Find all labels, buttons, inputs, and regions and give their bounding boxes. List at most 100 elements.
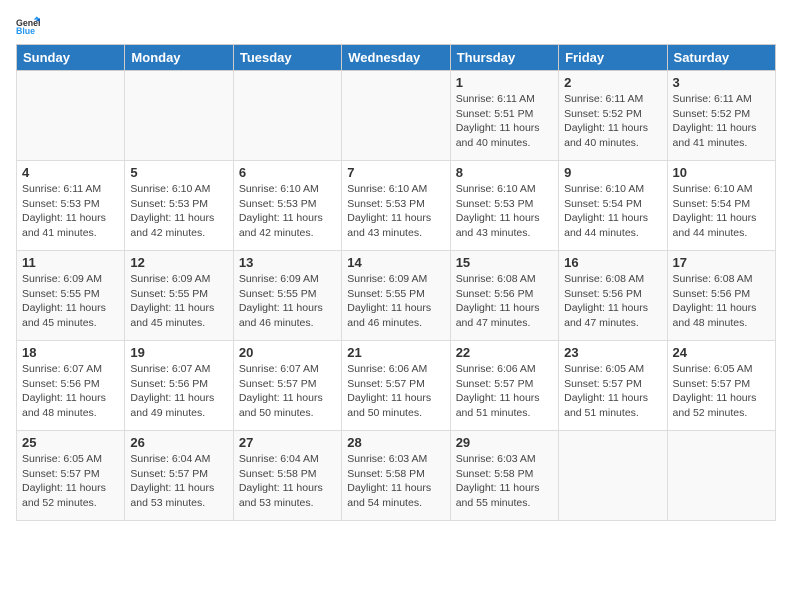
day-number: 18 bbox=[22, 345, 119, 360]
calendar-cell: 6 Sunrise: 6:10 AMSunset: 5:53 PMDaylight… bbox=[233, 161, 341, 251]
col-header-wednesday: Wednesday bbox=[342, 45, 450, 71]
day-number: 2 bbox=[564, 75, 661, 90]
col-header-tuesday: Tuesday bbox=[233, 45, 341, 71]
day-number: 15 bbox=[456, 255, 553, 270]
calendar-cell bbox=[667, 431, 775, 521]
day-number: 17 bbox=[673, 255, 770, 270]
day-number: 1 bbox=[456, 75, 553, 90]
day-number: 22 bbox=[456, 345, 553, 360]
calendar-cell: 14 Sunrise: 6:09 AMSunset: 5:55 PMDayligh… bbox=[342, 251, 450, 341]
day-info: Sunrise: 6:05 AMSunset: 5:57 PMDaylight:… bbox=[22, 452, 119, 511]
day-number: 12 bbox=[130, 255, 227, 270]
calendar-cell: 19 Sunrise: 6:07 AMSunset: 5:56 PMDayligh… bbox=[125, 341, 233, 431]
calendar-cell bbox=[559, 431, 667, 521]
day-number: 29 bbox=[456, 435, 553, 450]
calendar-cell: 24 Sunrise: 6:05 AMSunset: 5:57 PMDayligh… bbox=[667, 341, 775, 431]
day-number: 24 bbox=[673, 345, 770, 360]
day-info: Sunrise: 6:03 AMSunset: 5:58 PMDaylight:… bbox=[347, 452, 444, 511]
day-number: 13 bbox=[239, 255, 336, 270]
col-header-monday: Monday bbox=[125, 45, 233, 71]
day-info: Sunrise: 6:07 AMSunset: 5:57 PMDaylight:… bbox=[239, 362, 336, 421]
col-header-friday: Friday bbox=[559, 45, 667, 71]
calendar-cell bbox=[125, 71, 233, 161]
calendar-cell: 16 Sunrise: 6:08 AMSunset: 5:56 PMDayligh… bbox=[559, 251, 667, 341]
calendar-table: SundayMondayTuesdayWednesdayThursdayFrid… bbox=[16, 44, 776, 521]
calendar-cell: 15 Sunrise: 6:08 AMSunset: 5:56 PMDayligh… bbox=[450, 251, 558, 341]
day-number: 16 bbox=[564, 255, 661, 270]
svg-text:Blue: Blue bbox=[16, 26, 35, 36]
day-number: 27 bbox=[239, 435, 336, 450]
day-info: Sunrise: 6:05 AMSunset: 5:57 PMDaylight:… bbox=[673, 362, 770, 421]
day-number: 11 bbox=[22, 255, 119, 270]
day-info: Sunrise: 6:06 AMSunset: 5:57 PMDaylight:… bbox=[456, 362, 553, 421]
calendar-cell: 18 Sunrise: 6:07 AMSunset: 5:56 PMDayligh… bbox=[17, 341, 125, 431]
calendar-cell bbox=[17, 71, 125, 161]
day-number: 5 bbox=[130, 165, 227, 180]
day-info: Sunrise: 6:10 AMSunset: 5:53 PMDaylight:… bbox=[130, 182, 227, 241]
day-info: Sunrise: 6:04 AMSunset: 5:57 PMDaylight:… bbox=[130, 452, 227, 511]
day-info: Sunrise: 6:03 AMSunset: 5:58 PMDaylight:… bbox=[456, 452, 553, 511]
day-info: Sunrise: 6:07 AMSunset: 5:56 PMDaylight:… bbox=[130, 362, 227, 421]
day-number: 8 bbox=[456, 165, 553, 180]
page-header: General Blue bbox=[16, 16, 776, 36]
day-number: 3 bbox=[673, 75, 770, 90]
day-number: 4 bbox=[22, 165, 119, 180]
calendar-cell: 10 Sunrise: 6:10 AMSunset: 5:54 PMDayligh… bbox=[667, 161, 775, 251]
day-info: Sunrise: 6:07 AMSunset: 5:56 PMDaylight:… bbox=[22, 362, 119, 421]
day-info: Sunrise: 6:11 AMSunset: 5:53 PMDaylight:… bbox=[22, 182, 119, 241]
calendar-cell: 9 Sunrise: 6:10 AMSunset: 5:54 PMDaylight… bbox=[559, 161, 667, 251]
logo[interactable]: General Blue bbox=[16, 16, 44, 36]
calendar-cell: 21Sunrise: 6:06 AMSunset: 5:57 PMDayligh… bbox=[342, 341, 450, 431]
day-number: 10 bbox=[673, 165, 770, 180]
calendar-cell: 28 Sunrise: 6:03 AMSunset: 5:58 PMDayligh… bbox=[342, 431, 450, 521]
day-info: Sunrise: 6:11 AMSunset: 5:51 PMDaylight:… bbox=[456, 92, 553, 151]
day-number: 28 bbox=[347, 435, 444, 450]
day-info: Sunrise: 6:09 AMSunset: 5:55 PMDaylight:… bbox=[130, 272, 227, 331]
day-number: 23 bbox=[564, 345, 661, 360]
col-header-thursday: Thursday bbox=[450, 45, 558, 71]
day-number: 25 bbox=[22, 435, 119, 450]
day-number: 14 bbox=[347, 255, 444, 270]
col-header-saturday: Saturday bbox=[667, 45, 775, 71]
day-number: 7 bbox=[347, 165, 444, 180]
calendar-cell: 11 Sunrise: 6:09 AMSunset: 5:55 PMDayligh… bbox=[17, 251, 125, 341]
calendar-cell: 7 Sunrise: 6:10 AMSunset: 5:53 PMDaylight… bbox=[342, 161, 450, 251]
logo-icon: General Blue bbox=[16, 16, 40, 36]
calendar-cell bbox=[233, 71, 341, 161]
calendar-cell: 3 Sunrise: 6:11 AMSunset: 5:52 PMDaylight… bbox=[667, 71, 775, 161]
calendar-cell: 22 Sunrise: 6:06 AMSunset: 5:57 PMDayligh… bbox=[450, 341, 558, 431]
day-number: 19 bbox=[130, 345, 227, 360]
calendar-cell: 1 Sunrise: 6:11 AMSunset: 5:51 PMDaylight… bbox=[450, 71, 558, 161]
day-info: Sunrise: 6:10 AMSunset: 5:54 PMDaylight:… bbox=[564, 182, 661, 241]
day-info: Sunrise: 6:10 AMSunset: 5:53 PMDaylight:… bbox=[456, 182, 553, 241]
calendar-cell: 13 Sunrise: 6:09 AMSunset: 5:55 PMDayligh… bbox=[233, 251, 341, 341]
day-info: Sunrise: 6:08 AMSunset: 5:56 PMDaylight:… bbox=[564, 272, 661, 331]
day-info: Sunrise: 6:05 AMSunset: 5:57 PMDaylight:… bbox=[564, 362, 661, 421]
calendar-cell: 26 Sunrise: 6:04 AMSunset: 5:57 PMDayligh… bbox=[125, 431, 233, 521]
day-info: Sunrise: 6:09 AMSunset: 5:55 PMDaylight:… bbox=[239, 272, 336, 331]
day-info: Sunrise: 6:09 AMSunset: 5:55 PMDaylight:… bbox=[22, 272, 119, 331]
calendar-cell: 12 Sunrise: 6:09 AMSunset: 5:55 PMDayligh… bbox=[125, 251, 233, 341]
calendar-cell: 8 Sunrise: 6:10 AMSunset: 5:53 PMDaylight… bbox=[450, 161, 558, 251]
calendar-cell bbox=[342, 71, 450, 161]
calendar-cell: 20Sunrise: 6:07 AMSunset: 5:57 PMDayligh… bbox=[233, 341, 341, 431]
day-info: Sunrise: 6:11 AMSunset: 5:52 PMDaylight:… bbox=[673, 92, 770, 151]
calendar-cell: 5 Sunrise: 6:10 AMSunset: 5:53 PMDaylight… bbox=[125, 161, 233, 251]
day-info: Sunrise: 6:10 AMSunset: 5:53 PMDaylight:… bbox=[347, 182, 444, 241]
day-number: 26 bbox=[130, 435, 227, 450]
calendar-cell: 29 Sunrise: 6:03 AMSunset: 5:58 PMDayligh… bbox=[450, 431, 558, 521]
calendar-cell: 27 Sunrise: 6:04 AMSunset: 5:58 PMDayligh… bbox=[233, 431, 341, 521]
calendar-cell: 25 Sunrise: 6:05 AMSunset: 5:57 PMDayligh… bbox=[17, 431, 125, 521]
day-info: Sunrise: 6:11 AMSunset: 5:52 PMDaylight:… bbox=[564, 92, 661, 151]
day-info: Sunrise: 6:09 AMSunset: 5:55 PMDaylight:… bbox=[347, 272, 444, 331]
day-info: Sunrise: 6:04 AMSunset: 5:58 PMDaylight:… bbox=[239, 452, 336, 511]
day-number: 6 bbox=[239, 165, 336, 180]
day-info: Sunrise: 6:08 AMSunset: 5:56 PMDaylight:… bbox=[456, 272, 553, 331]
calendar-cell: 17Sunrise: 6:08 AMSunset: 5:56 PMDayligh… bbox=[667, 251, 775, 341]
day-number: 9 bbox=[564, 165, 661, 180]
day-info: Sunrise: 6:10 AMSunset: 5:53 PMDaylight:… bbox=[239, 182, 336, 241]
calendar-cell: 23 Sunrise: 6:05 AMSunset: 5:57 PMDayligh… bbox=[559, 341, 667, 431]
calendar-cell: 4 Sunrise: 6:11 AMSunset: 5:53 PMDaylight… bbox=[17, 161, 125, 251]
day-info: Sunrise: 6:10 AMSunset: 5:54 PMDaylight:… bbox=[673, 182, 770, 241]
col-header-sunday: Sunday bbox=[17, 45, 125, 71]
